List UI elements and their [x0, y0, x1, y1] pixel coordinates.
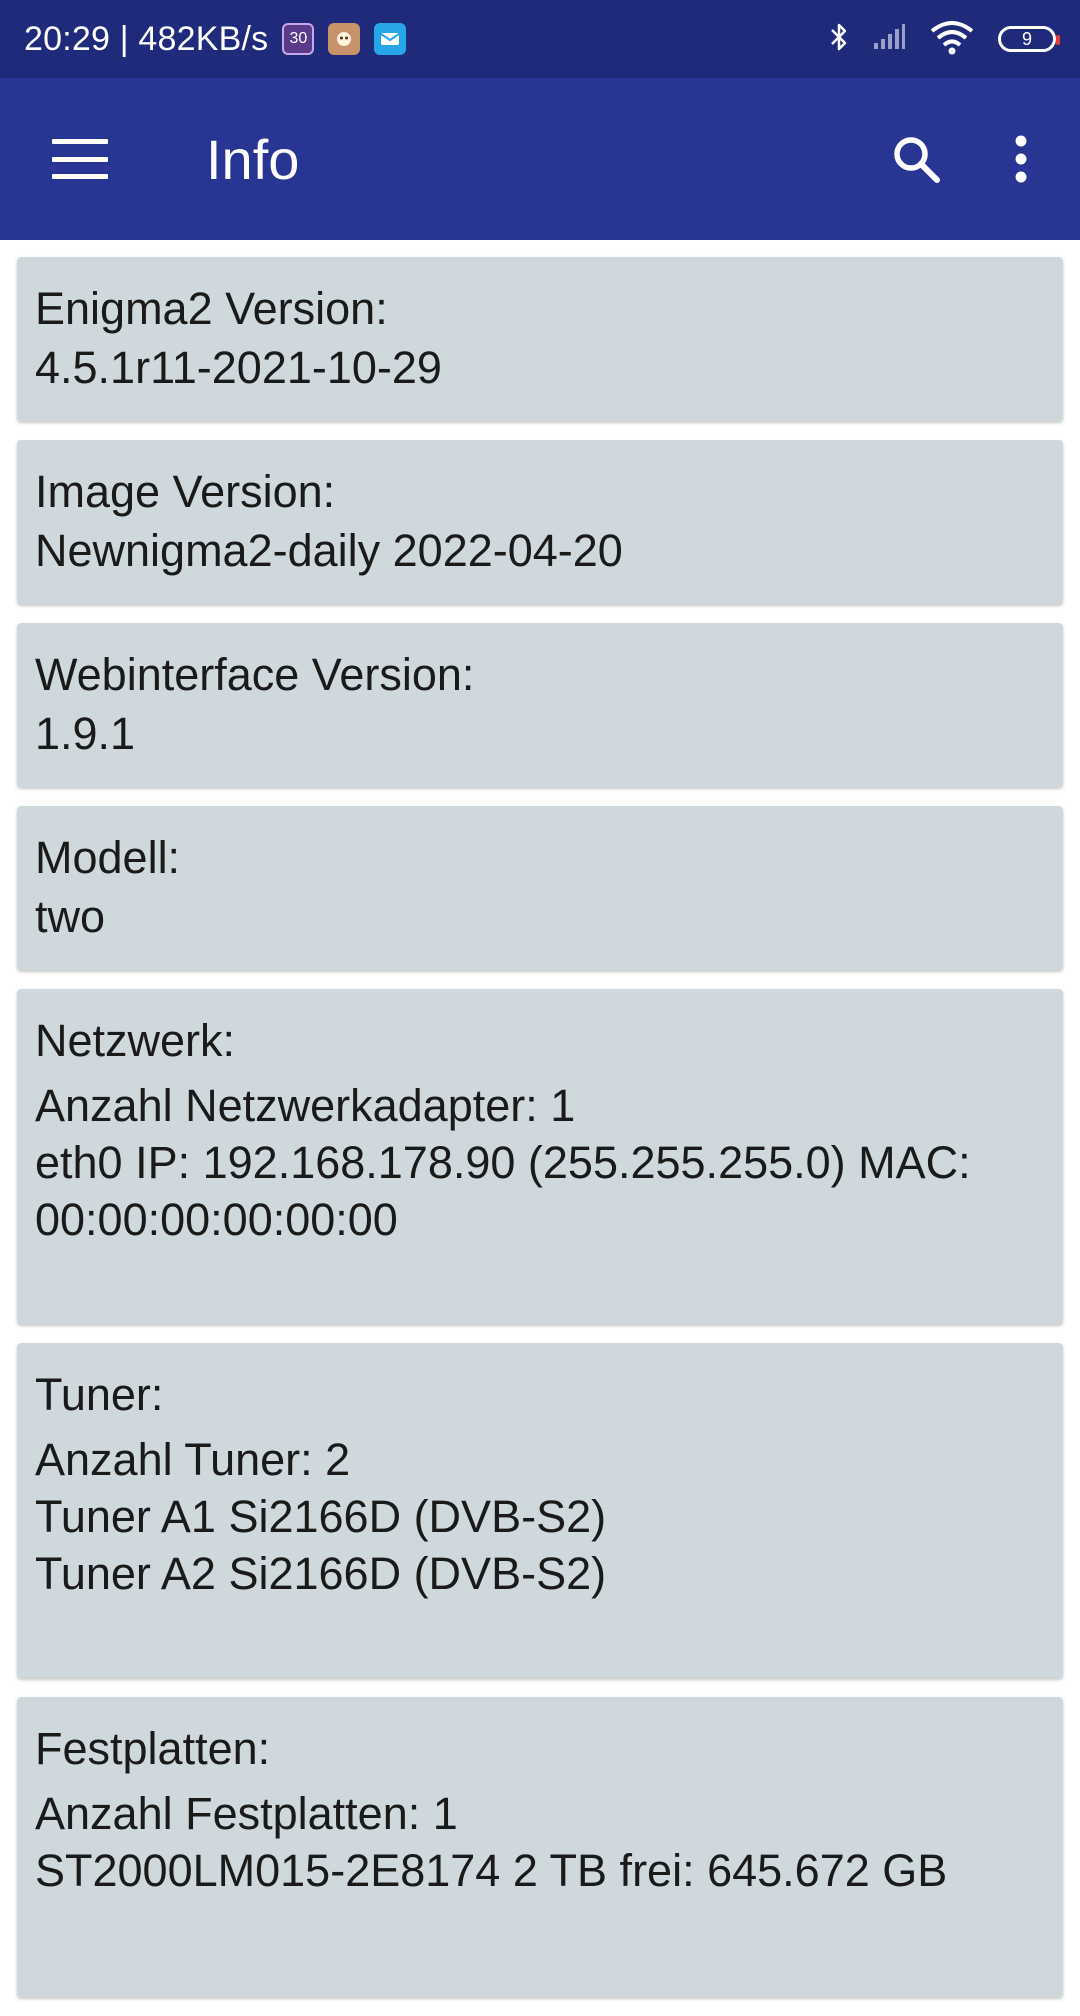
- info-card-enigma2-version: Enigma2 Version: 4.5.1r11-2021-10-29: [17, 257, 1063, 421]
- card-title: Modell:: [35, 832, 181, 883]
- app-bar-actions: [890, 133, 1028, 185]
- card-line: 4.5.1r11-2021-10-29: [35, 342, 442, 393]
- battery-icon: 9: [998, 26, 1060, 52]
- status-left: 20:29 | 482KB/s 30: [24, 19, 407, 59]
- card-line: ST2000LM015-2E8174 2 TB frei: 645.672 GB: [35, 1845, 948, 1896]
- card-title: Tuner:: [35, 1369, 164, 1420]
- info-card-festplatten: Festplatten: Anzahl Festplatten: 1 ST200…: [17, 1697, 1063, 1997]
- card-line: Anzahl Festplatten: 1: [35, 1788, 458, 1839]
- card-title: Netzwerk:: [35, 1015, 236, 1066]
- notification-app-icon: [328, 23, 361, 55]
- card-line: Tuner A1 Si2166D (DVB-S2): [35, 1491, 607, 1542]
- card-line: two: [35, 891, 106, 942]
- card-line: Anzahl Tuner: 2: [35, 1434, 351, 1485]
- card-lines: Anzahl Festplatten: 1 ST2000LM015-2E8174…: [35, 1785, 1045, 1899]
- status-right: 9: [828, 19, 1060, 60]
- card-title: Enigma2 Version:: [35, 283, 388, 334]
- info-card-image-version: Image Version: Newnigma2-daily 2022-04-2…: [17, 440, 1063, 604]
- status-time: 20:29 | 482KB/s: [24, 19, 269, 58]
- card-line: Newnigma2-daily 2022-04-20: [35, 525, 623, 576]
- page-title: Info: [206, 127, 300, 191]
- card-title: Webinterface Version:: [35, 649, 475, 700]
- info-list: Enigma2 Version: 4.5.1r11-2021-10-29 Ima…: [17, 257, 1063, 2016]
- info-card-modell: Modell: two: [17, 806, 1063, 970]
- card-line: Anzahl Netzwerkadapter: 1: [35, 1080, 576, 1131]
- bluetooth-icon: [828, 21, 850, 58]
- app-bar: Info: [0, 78, 1080, 240]
- notification-calendar-icon: 30: [282, 23, 315, 55]
- notification-mail-icon: [374, 23, 407, 55]
- more-vert-icon[interactable]: [1014, 135, 1028, 183]
- card-lines: Anzahl Netzwerkadapter: 1 eth0 IP: 192.1…: [35, 1077, 1045, 1248]
- status-bar: 20:29 | 482KB/s 30 9: [0, 0, 1080, 78]
- card-lines: 1.9.1: [35, 705, 1045, 762]
- hamburger-menu-icon[interactable]: [52, 139, 108, 179]
- wifi-icon: [928, 19, 976, 60]
- info-card-tuner: Tuner: Anzahl Tuner: 2 Tuner A1 Si2166D …: [17, 1343, 1063, 1678]
- info-card-webinterface-version: Webinterface Version: 1.9.1: [17, 623, 1063, 787]
- card-line: eth0 IP: 192.168.178.90 (255.255.255.0) …: [35, 1137, 971, 1188]
- card-title: Image Version:: [35, 466, 336, 517]
- card-line: Tuner A2 Si2166D (DVB-S2): [35, 1548, 607, 1599]
- card-lines: two: [35, 888, 1045, 945]
- card-lines: Anzahl Tuner: 2 Tuner A1 Si2166D (DVB-S2…: [35, 1431, 1045, 1602]
- card-title: Festplatten:: [35, 1723, 271, 1774]
- card-line: 00:00:00:00:00:00: [35, 1194, 398, 1245]
- card-line: 1.9.1: [35, 708, 136, 759]
- card-lines: Newnigma2-daily 2022-04-20: [35, 522, 1045, 579]
- info-card-netzwerk: Netzwerk: Anzahl Netzwerkadapter: 1 eth0…: [17, 989, 1063, 1324]
- card-lines: 4.5.1r11-2021-10-29: [35, 339, 1045, 396]
- search-icon[interactable]: [890, 133, 942, 185]
- signal-icon: [872, 23, 906, 56]
